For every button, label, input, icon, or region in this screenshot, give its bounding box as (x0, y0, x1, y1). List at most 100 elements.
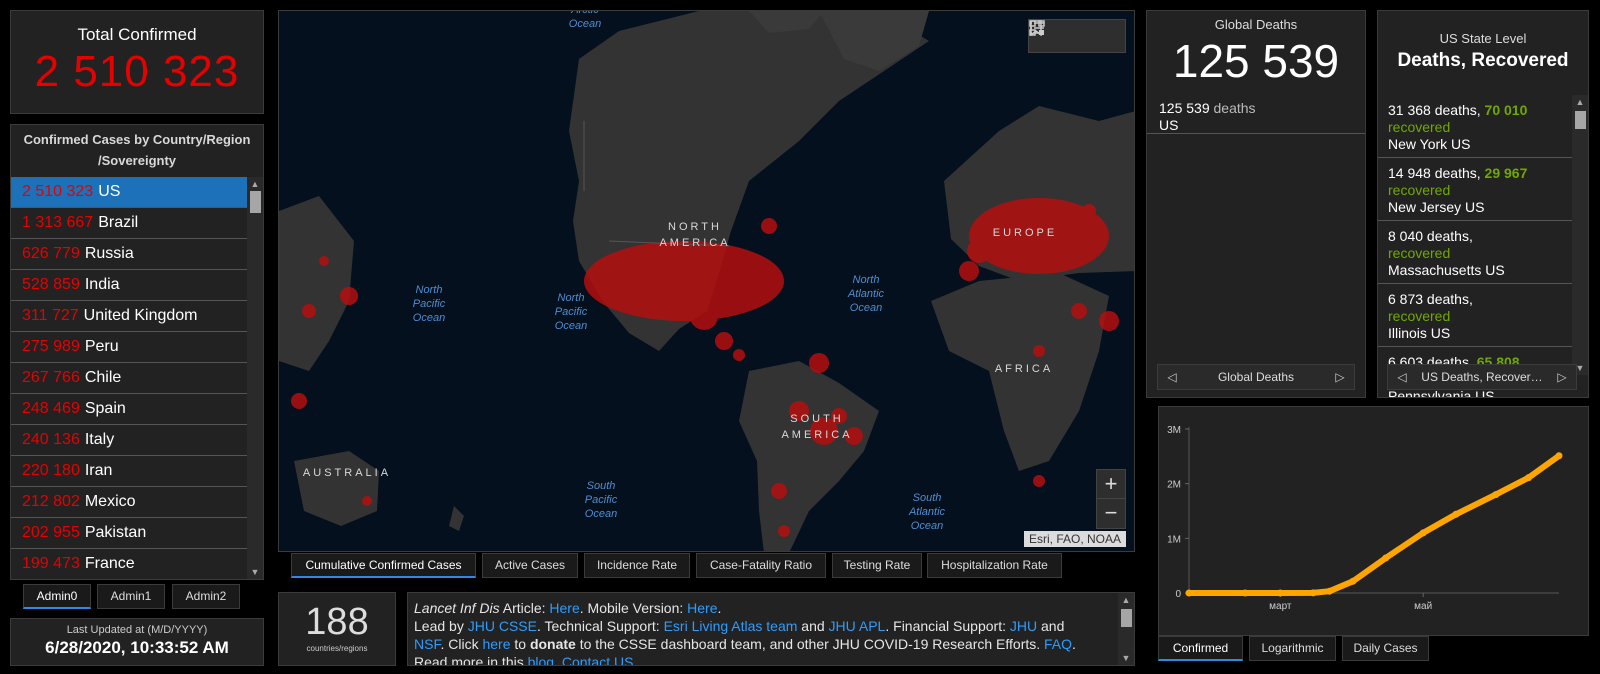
next-arrow-icon[interactable]: ▷ (1554, 365, 1570, 389)
mobile-here-link[interactable]: Here (687, 600, 717, 616)
contact-us-link[interactable]: Contact US (562, 654, 634, 665)
map-canvas[interactable] (279, 11, 1135, 552)
country-row[interactable]: 528 859 India (11, 270, 249, 301)
world-map[interactable]: Arctic Ocean North Pacific Ocean North P… (278, 10, 1135, 552)
nsf-link[interactable]: NSF (414, 636, 440, 652)
country-row[interactable]: 240 136 Italy (11, 425, 249, 456)
tab-admin2[interactable]: Admin2 (172, 584, 240, 609)
scroll-up-icon[interactable]: ▲ (1118, 593, 1134, 607)
tab-admin0[interactable]: Admin0 (23, 584, 91, 609)
scroll-down-icon[interactable]: ▼ (247, 565, 263, 579)
label-north-america: NORTH AMERICA (659, 221, 731, 249)
info-text: . Financial Support: (885, 618, 1010, 634)
article-here-link[interactable]: Here (549, 600, 579, 616)
label-south-america: SOUTH AMERICA (781, 413, 853, 441)
info-text: . (717, 600, 722, 616)
tab-hospitalization-rate[interactable]: Hospitalization Rate (927, 553, 1062, 578)
donate-here-link[interactable]: here (482, 636, 510, 652)
tab-logarithmic[interactable]: Logarithmic (1249, 636, 1336, 661)
bubble (809, 353, 829, 373)
state-deaths: 31 368 deaths, (1388, 102, 1481, 118)
state-deaths: 6 873 deaths, (1388, 291, 1473, 307)
global-deaths-value: 125 539 (1172, 35, 1340, 87)
data-point (1326, 587, 1334, 595)
country-row[interactable]: 199 473 France (11, 549, 249, 579)
label-arctic-ocean: Arctic Ocean (568, 10, 602, 30)
prev-arrow-icon[interactable]: ◁ (1164, 365, 1180, 389)
scroll-thumb[interactable] (250, 191, 261, 213)
jhu-apl-link[interactable]: JHU APL (829, 618, 886, 634)
us-state-scrollbar[interactable]: ▲ ▼ (1572, 95, 1588, 375)
tab-confirmed[interactable]: Confirmed (1158, 636, 1243, 661)
bubble (319, 256, 329, 266)
landmass-new-zealand (449, 506, 464, 531)
label-australia: AUSTRALIA (302, 467, 392, 479)
y-tick-label: 0 (1175, 589, 1181, 600)
country-name: United Kingdom (83, 307, 198, 324)
prev-arrow-icon[interactable]: ◁ (1394, 365, 1410, 389)
jhu-link[interactable]: JHU (1010, 618, 1037, 634)
country-row[interactable]: 2 510 323 US (11, 177, 249, 208)
info-scrollbar[interactable]: ▲ ▼ (1118, 593, 1134, 665)
country-row[interactable]: 220 180 Iran (11, 456, 249, 487)
zoom-in-button[interactable]: + (1097, 470, 1125, 499)
country-name: Italy (84, 431, 115, 448)
info-text: Lead by (414, 618, 468, 634)
info-panel: Lancet Inf Dis Article: Here. Mobile Ver… (407, 592, 1135, 666)
scroll-thumb[interactable] (1121, 609, 1132, 627)
countries-count-panel: 188 countries/regions (278, 592, 396, 666)
tab-testing-rate[interactable]: Testing Rate (832, 553, 922, 578)
country-name: Mexico (84, 493, 136, 510)
bubble (690, 302, 718, 330)
country-row[interactable]: 248 469 Spain (11, 394, 249, 425)
tab-cumulative-confirmed[interactable]: Cumulative Confirmed Cases (291, 553, 476, 578)
state-row[interactable]: 6 873 deaths, recovered Illinois US (1378, 284, 1574, 347)
entry-count: 125 539 (1159, 100, 1210, 116)
tab-case-fatality-ratio[interactable]: Case-Fatality Ratio (696, 553, 826, 578)
scroll-up-icon[interactable]: ▲ (1572, 95, 1588, 109)
bubble (302, 304, 316, 318)
tab-admin1[interactable]: Admin1 (97, 584, 165, 609)
scroll-down-icon[interactable]: ▼ (1118, 651, 1134, 665)
faq-link[interactable]: FAQ (1044, 636, 1072, 652)
state-row[interactable]: 14 948 deaths, 29 967 recovered New Jersey… (1378, 158, 1574, 221)
total-confirmed-value: 2 510 323 (34, 47, 240, 96)
bubble (647, 254, 671, 278)
country-count: 626 779 (22, 245, 80, 262)
country-row[interactable]: 202 955 Pakistan (11, 518, 249, 549)
us-state-panel: US State Level Deaths, Recovered 31 368 … (1377, 10, 1589, 398)
info-text: . (554, 654, 562, 666)
esri-link[interactable]: Esri Living Atlas team (664, 618, 798, 634)
divider (1147, 133, 1365, 134)
country-row[interactable]: 212 802 Mexico (11, 487, 249, 518)
country-row[interactable]: 275 989 Peru (11, 332, 249, 363)
scroll-thumb[interactable] (1575, 111, 1586, 129)
tab-daily-cases[interactable]: Daily Cases (1342, 636, 1429, 661)
map-toolbar (1028, 19, 1126, 53)
country-list-scrollbar[interactable]: ▲ ▼ (247, 177, 263, 579)
country-row[interactable]: 626 779 Russia (11, 239, 249, 270)
state-recovered-label: recovered (1388, 119, 1451, 135)
tab-incidence-rate[interactable]: Incidence Rate (584, 553, 690, 578)
country-count: 2 510 323 (22, 183, 94, 200)
scroll-up-icon[interactable]: ▲ (247, 177, 263, 191)
country-count: 1 313 667 (22, 214, 94, 231)
jhu-csse-link[interactable]: JHU CSSE (468, 618, 537, 634)
country-row[interactable]: 311 727 United Kingdom (11, 301, 249, 332)
country-row[interactable]: 1 313 667 Brazil (11, 208, 249, 239)
country-count: 202 955 (22, 524, 80, 541)
country-row[interactable]: 267 766 Chile (11, 363, 249, 394)
data-point (1309, 589, 1317, 597)
info-text: . (633, 654, 638, 666)
blog-link[interactable]: blog (528, 654, 554, 665)
tab-active-cases[interactable]: Active Cases (482, 553, 578, 578)
qr-code-icon[interactable] (1029, 20, 1045, 36)
next-arrow-icon[interactable]: ▷ (1332, 365, 1348, 389)
info-text: . Technical Support: (536, 618, 664, 634)
state-place: Illinois US (1388, 325, 1451, 341)
state-row[interactable]: 31 368 deaths, 70 010 recovered New York U… (1378, 95, 1574, 158)
last-updated-panel: Last Updated at (M/D/YYYY) 6/28/2020, 10… (10, 618, 264, 666)
state-recovered-label: recovered (1388, 182, 1451, 198)
state-row[interactable]: 8 040 deaths, recovered Massachusetts US (1378, 221, 1574, 284)
zoom-out-button[interactable]: − (1097, 499, 1125, 528)
